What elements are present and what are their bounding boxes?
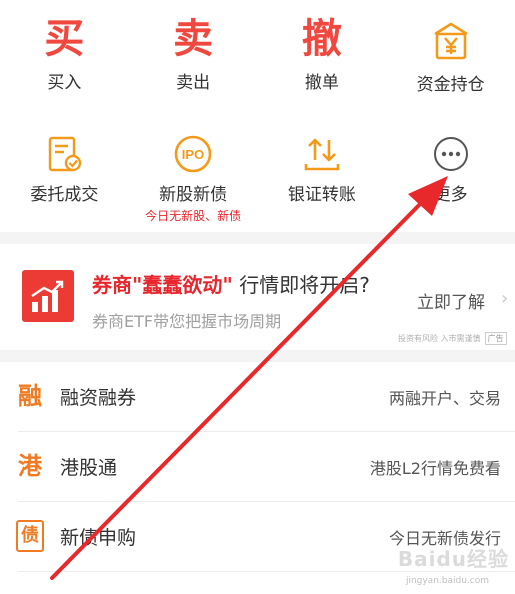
ad-badge: 广告: [484, 332, 507, 345]
quick-actions: 买 买入 卖 卖出 撤 撤单 资金持仓: [0, 14, 515, 104]
buy-button[interactable]: 买 买入: [0, 14, 129, 104]
bond-icon: 债: [16, 520, 44, 552]
fund-position-label: 资金持仓: [416, 75, 485, 95]
ipo-status: 今日无新股、新债: [145, 209, 242, 223]
fund-position-icon: [427, 16, 475, 66]
ipo-button[interactable]: IPO 新股新债 今日无新股、新债: [129, 128, 258, 228]
order-record-button[interactable]: 委托成交: [0, 128, 129, 228]
margin-trading-icon: 融: [18, 381, 42, 410]
chevron-right-icon: ›: [501, 288, 509, 309]
more-icon: [427, 130, 475, 178]
promo-banner[interactable]: 券商"蠢蠢欲动" 行情即将开启? 券商ETF带您把握市场周期 立即了解 › 投资…: [0, 244, 515, 350]
ipo-label: 新股新债: [159, 185, 228, 205]
ipo-icon: IPO: [169, 130, 217, 178]
risk-disclaimer-text: 投资有风险 入市需谨慎: [398, 334, 481, 343]
order-record-label: 委托成交: [30, 185, 99, 205]
list-item-hk-connect[interactable]: 港 港股通 港股L2行情免费看: [0, 432, 515, 502]
watermark-url: jingyan.baidu.com: [405, 576, 489, 586]
sell-icon: 卖: [173, 15, 214, 62]
section-divider: [0, 350, 515, 362]
watermark-logo: Baidu经验: [397, 547, 509, 571]
sell-button[interactable]: 卖 卖出: [129, 14, 258, 104]
service-shortcuts: 委托成交 IPO 新股新债 今日无新股、新债 银证转账 更多: [0, 128, 515, 228]
hk-connect-icon: 港: [18, 451, 42, 480]
bank-transfer-button[interactable]: 银证转账: [258, 128, 387, 228]
cancel-order-icon: 撤: [301, 15, 342, 62]
ipo-icon-text: IPO: [182, 147, 204, 162]
list-item-value: 两融开户、交易: [388, 389, 501, 408]
buy-label: 买入: [47, 73, 82, 93]
list-item-value: 港股L2行情免费看: [369, 459, 501, 478]
more-button[interactable]: 更多: [386, 128, 515, 228]
order-record-icon: [40, 130, 88, 178]
service-list: 融 融资融券 两融开户、交易 港 港股通 港股L2行情免费看 债 新债申购 今日…: [0, 362, 515, 572]
buy-icon: 买: [44, 15, 85, 62]
banner-title: 券商"蠢蠢欲动" 行情即将开启?: [92, 272, 370, 298]
bank-transfer-label: 银证转账: [287, 185, 356, 205]
banner-description: 券商ETF带您把握市场周期: [92, 312, 282, 331]
banner-title-highlight: 券商"蠢蠢欲动": [92, 273, 233, 297]
learn-more-link[interactable]: 立即了解: [417, 288, 485, 313]
rising-chart-icon: [22, 270, 74, 322]
more-label: 更多: [433, 185, 468, 205]
cancel-order-label: 撤单: [304, 73, 339, 93]
list-item-label: 新债申购: [60, 527, 137, 549]
fund-position-button[interactable]: 资金持仓: [386, 14, 515, 104]
list-item-label: 港股通: [60, 457, 118, 479]
cancel-order-button[interactable]: 撤 撤单: [258, 14, 387, 104]
list-item-label: 融资融券: [60, 387, 137, 409]
risk-disclaimer: 投资有风险 入市需谨慎 广告: [398, 332, 507, 345]
transfer-icon: [298, 130, 346, 178]
banner-title-rest: 行情即将开启?: [239, 273, 370, 297]
list-item-margin-trading[interactable]: 融 融资融券 两融开户、交易: [0, 362, 515, 432]
section-divider: [0, 232, 515, 244]
sell-label: 卖出: [176, 73, 211, 93]
